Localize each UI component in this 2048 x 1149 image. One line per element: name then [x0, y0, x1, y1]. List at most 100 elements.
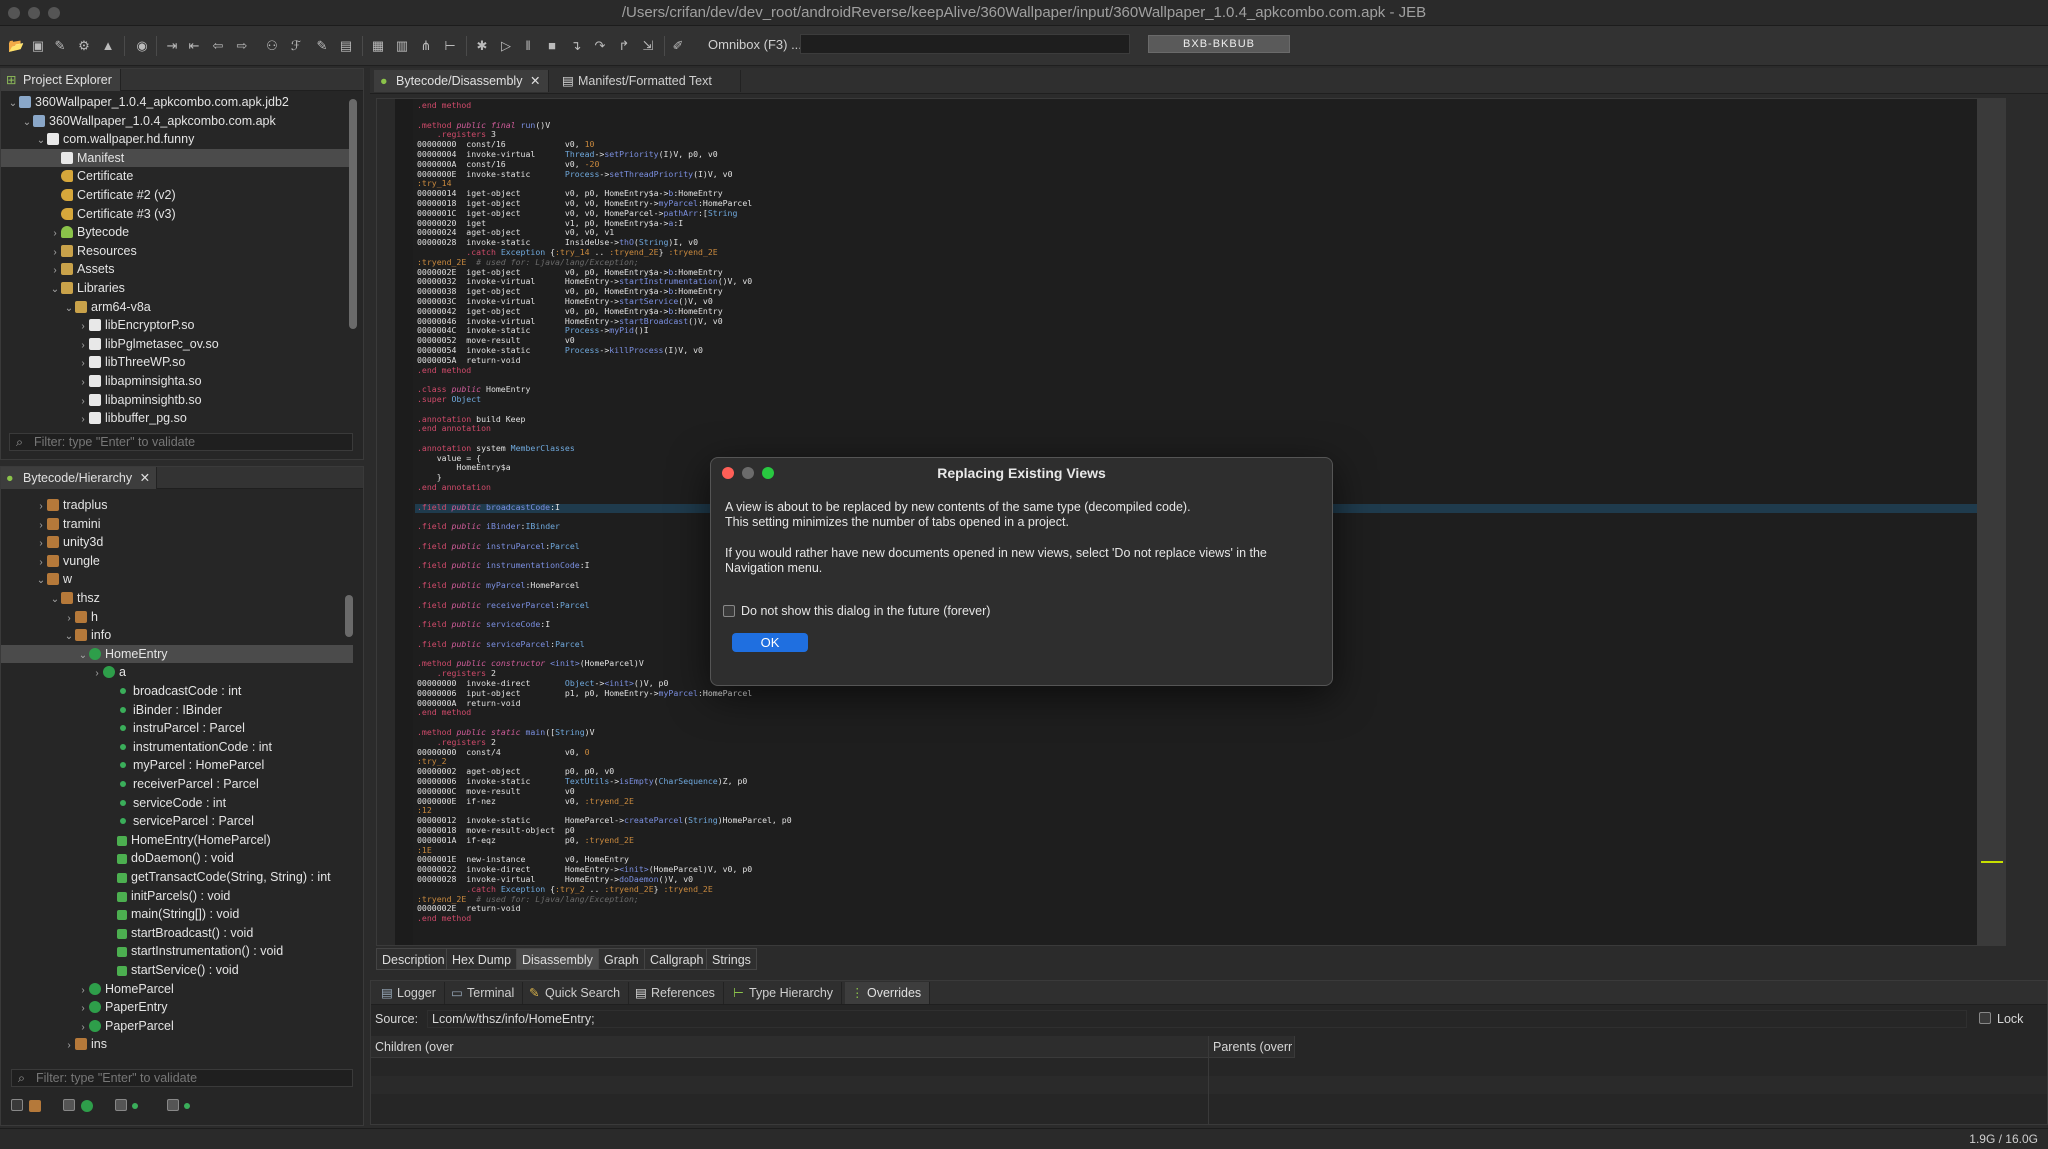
- rename-icon[interactable]: ℱ: [288, 38, 304, 54]
- tree-item[interactable]: › libThreeWP.so: [1, 353, 353, 372]
- filter-checkbox-methods[interactable]: [167, 1099, 179, 1111]
- tree-item[interactable]: ⌄ info: [1, 626, 353, 645]
- tree-item[interactable]: › unity3d: [1, 533, 353, 552]
- highlight-icon[interactable]: ✐: [670, 38, 686, 54]
- tree-item[interactable]: › libapminsightb.so: [1, 391, 353, 410]
- open-folder-icon[interactable]: 📂: [8, 38, 24, 54]
- save-icon[interactable]: ▣: [30, 38, 46, 54]
- children-column-header[interactable]: Children (over: [371, 1036, 1208, 1058]
- tree-item[interactable]: receiverParcel : Parcel: [1, 775, 353, 794]
- tree-item[interactable]: › PaperEntry: [1, 998, 353, 1017]
- tree-item[interactable]: initParcels() : void: [1, 887, 353, 906]
- tree-item[interactable]: serviceParcel : Parcel: [1, 812, 353, 831]
- comment-icon[interactable]: ✎: [314, 38, 330, 54]
- tree-item[interactable]: ⌄ 360Wallpaper_1.0.4_apkcombo.com.apk: [1, 112, 353, 131]
- tree-item[interactable]: › Resources: [1, 242, 353, 261]
- do-not-show-checkbox[interactable]: [723, 605, 735, 617]
- filter-checkbox-fields[interactable]: [115, 1099, 127, 1111]
- tree-item[interactable]: ⌄ arm64-v8a: [1, 298, 353, 317]
- close-tab-icon[interactable]: ✕: [140, 467, 150, 489]
- tree-item[interactable]: Certificate: [1, 167, 353, 186]
- tree-item[interactable]: › libEncryptorP.so: [1, 316, 353, 335]
- tab-manifest-formatted-text[interactable]: ▤ Manifest/Formatted Text: [556, 70, 741, 92]
- hierarchy-icon[interactable]: ⊢: [442, 38, 458, 54]
- jump-back-icon[interactable]: ⇤: [186, 38, 202, 54]
- tab-callgraph[interactable]: Callgraph: [644, 948, 710, 970]
- tab-project-explorer[interactable]: ⊞ Project Explorer: [1, 69, 121, 91]
- tab-quick-search[interactable]: ✎ Quick Search: [523, 982, 630, 1004]
- tab-description[interactable]: Description: [376, 948, 451, 970]
- tree-item[interactable]: startBroadcast() : void: [1, 924, 353, 943]
- decompile-icon[interactable]: ⚇: [264, 38, 280, 54]
- ok-button[interactable]: OK: [732, 633, 808, 652]
- back-icon[interactable]: ⇦: [210, 38, 226, 54]
- tab-disassembly[interactable]: Disassembly: [516, 948, 599, 970]
- debug-icon[interactable]: ✱: [474, 38, 490, 54]
- project-explorer-filter-input[interactable]: ⌕ Filter: type "Enter" to validate: [9, 433, 353, 451]
- stop-icon[interactable]: ■: [544, 38, 560, 54]
- tab-graph[interactable]: Graph: [598, 948, 645, 970]
- tab-hex-dump[interactable]: Hex Dump: [446, 948, 518, 970]
- tree-item[interactable]: serviceCode : int: [1, 794, 353, 813]
- tree-item[interactable]: HomeEntry(HomeParcel): [1, 831, 353, 850]
- tree-item[interactable]: myParcel : HomeParcel: [1, 756, 353, 775]
- close-tab-icon[interactable]: ✕: [530, 70, 540, 92]
- tree-item[interactable]: instruParcel : Parcel: [1, 719, 353, 738]
- tree-item[interactable]: iBinder : IBinder: [1, 701, 353, 720]
- step-over-icon[interactable]: ↷: [592, 38, 608, 54]
- tree-item[interactable]: › libPglmetasec_ov.so: [1, 335, 353, 354]
- export-icon[interactable]: ▤: [338, 38, 354, 54]
- tree-item[interactable]: ⌄ HomeEntry: [1, 644, 353, 664]
- properties-icon[interactable]: ⚙: [76, 38, 92, 54]
- filter-checkbox-packages[interactable]: [11, 1099, 23, 1111]
- grid-icon[interactable]: ▦: [370, 38, 386, 54]
- tiles-icon[interactable]: ▥: [394, 38, 410, 54]
- tab-references[interactable]: ▤ References: [629, 982, 724, 1004]
- tree-item[interactable]: ⌄ 360Wallpaper_1.0.4_apkcombo.com.apk.jdb…: [1, 93, 353, 112]
- tree-item[interactable]: › a: [1, 663, 353, 682]
- filter-checkbox-classes[interactable]: [63, 1099, 75, 1111]
- tab-bytecode-hierarchy[interactable]: ● Bytecode/Hierarchy ✕: [1, 467, 158, 489]
- tree-item[interactable]: ⌄ thsz: [1, 589, 353, 608]
- chevron-right-icon[interactable]: ›: [63, 1037, 75, 1054]
- tree-item[interactable]: ⌄ com.wallpaper.hd.funny: [1, 130, 353, 149]
- tree-item[interactable]: › libbuffer_pg.so: [1, 409, 353, 428]
- tree-item[interactable]: Manifest: [1, 148, 353, 168]
- tree-item[interactable]: ⌄ Libraries: [1, 279, 353, 298]
- tree-item[interactable]: Certificate #2 (v2): [1, 186, 353, 205]
- tree-item[interactable]: › HomeParcel: [1, 980, 353, 999]
- wrench-icon[interactable]: ✎: [52, 38, 68, 54]
- warning-icon[interactable]: ▲: [100, 38, 116, 54]
- run-to-line-icon[interactable]: ⇲: [640, 38, 656, 54]
- tree-item[interactable]: startInstrumentation() : void: [1, 942, 353, 961]
- tab-logger[interactable]: ▤ Logger: [375, 982, 445, 1004]
- hierarchy-scrollbar[interactable]: [345, 595, 353, 637]
- forward-icon[interactable]: ⇨: [234, 38, 250, 54]
- tree-item[interactable]: › libapminsighta.so: [1, 372, 353, 391]
- source-field[interactable]: Lcom/w/thsz/info/HomeEntry;: [427, 1010, 1967, 1028]
- tree-item[interactable]: Certificate #3 (v3): [1, 205, 353, 224]
- tree-icon[interactable]: ⋔: [418, 38, 434, 54]
- omnibox-input[interactable]: [800, 34, 1130, 54]
- tree-item[interactable]: › tradplus: [1, 496, 353, 515]
- tree-item[interactable]: › ins: [1, 1035, 353, 1054]
- run-icon[interactable]: ▷: [498, 38, 514, 54]
- tree-item[interactable]: main(String[]) : void: [1, 905, 353, 924]
- tree-item[interactable]: startService() : void: [1, 961, 353, 980]
- tree-item[interactable]: getTransactCode(String, String) : int: [1, 868, 353, 887]
- tree-item[interactable]: doDaemon() : void: [1, 849, 353, 868]
- pause-icon[interactable]: ‖: [520, 38, 536, 54]
- tab-type-hierarchy[interactable]: ⊢ Type Hierarchy: [727, 982, 843, 1004]
- tree-item[interactable]: › PaperParcel: [1, 1017, 353, 1036]
- hierarchy-filter-input[interactable]: ⌕ Filter: type "Enter" to validate: [11, 1069, 353, 1087]
- tree-item[interactable]: broadcastCode : int: [1, 682, 353, 701]
- tab-overrides[interactable]: ⋮ Overrides: [845, 982, 931, 1004]
- tree-item[interactable]: › h: [1, 608, 353, 627]
- parents-column-header[interactable]: Parents (overr: [1209, 1036, 1295, 1058]
- chevron-right-icon[interactable]: ›: [77, 411, 89, 430]
- step-into-icon[interactable]: ↴: [568, 38, 584, 54]
- tab-bytecode-disassembly[interactable]: ● Bytecode/Disassembly ✕: [374, 70, 550, 92]
- step-out-icon[interactable]: ↱: [616, 38, 632, 54]
- editor-scrollbar[interactable]: [1977, 99, 2005, 945]
- heap-status-button[interactable]: BXB-BKBUB: [1148, 35, 1290, 53]
